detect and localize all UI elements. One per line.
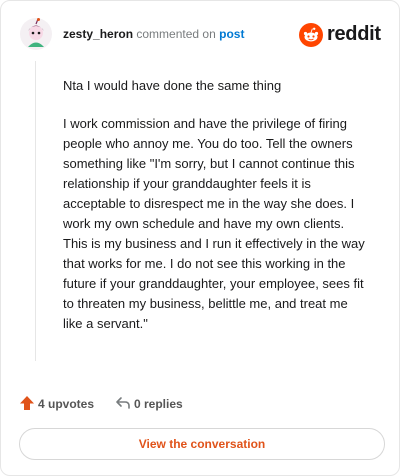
upvote-button[interactable]: 4 upvotes: [19, 395, 99, 413]
action-text: commented on: [136, 27, 216, 41]
view-conversation-button[interactable]: View the conversation: [19, 428, 385, 460]
replies-count: 0 replies: [134, 397, 183, 411]
comment-body: Nta I would have done the same thing I w…: [63, 76, 369, 352]
avatar[interactable]: [19, 17, 53, 51]
thread-line: [35, 61, 36, 361]
upvotes-count: 4 upvotes: [38, 397, 95, 411]
comment-paragraph: Nta I would have done the same thing: [63, 78, 282, 93]
brand-name: reddit: [327, 23, 381, 45]
reddit-snoo-icon: [299, 23, 323, 47]
reply-arrow-icon: [116, 397, 130, 409]
comment-header: zesty_heron commented on post reddit: [19, 17, 383, 51]
replies-button[interactable]: 0 replies: [115, 395, 195, 413]
username[interactable]: zesty_heron: [63, 27, 133, 41]
embedded-comment-card: zesty_heron commented on post reddit Nta…: [0, 0, 400, 476]
comment-meta: zesty_heron commented on post: [63, 26, 244, 42]
comment-paragraph: I work commission and have the privilege…: [63, 116, 365, 331]
reddit-logo[interactable]: reddit: [299, 17, 383, 51]
post-link[interactable]: post: [219, 27, 244, 41]
upvote-arrow-icon: [20, 396, 34, 410]
